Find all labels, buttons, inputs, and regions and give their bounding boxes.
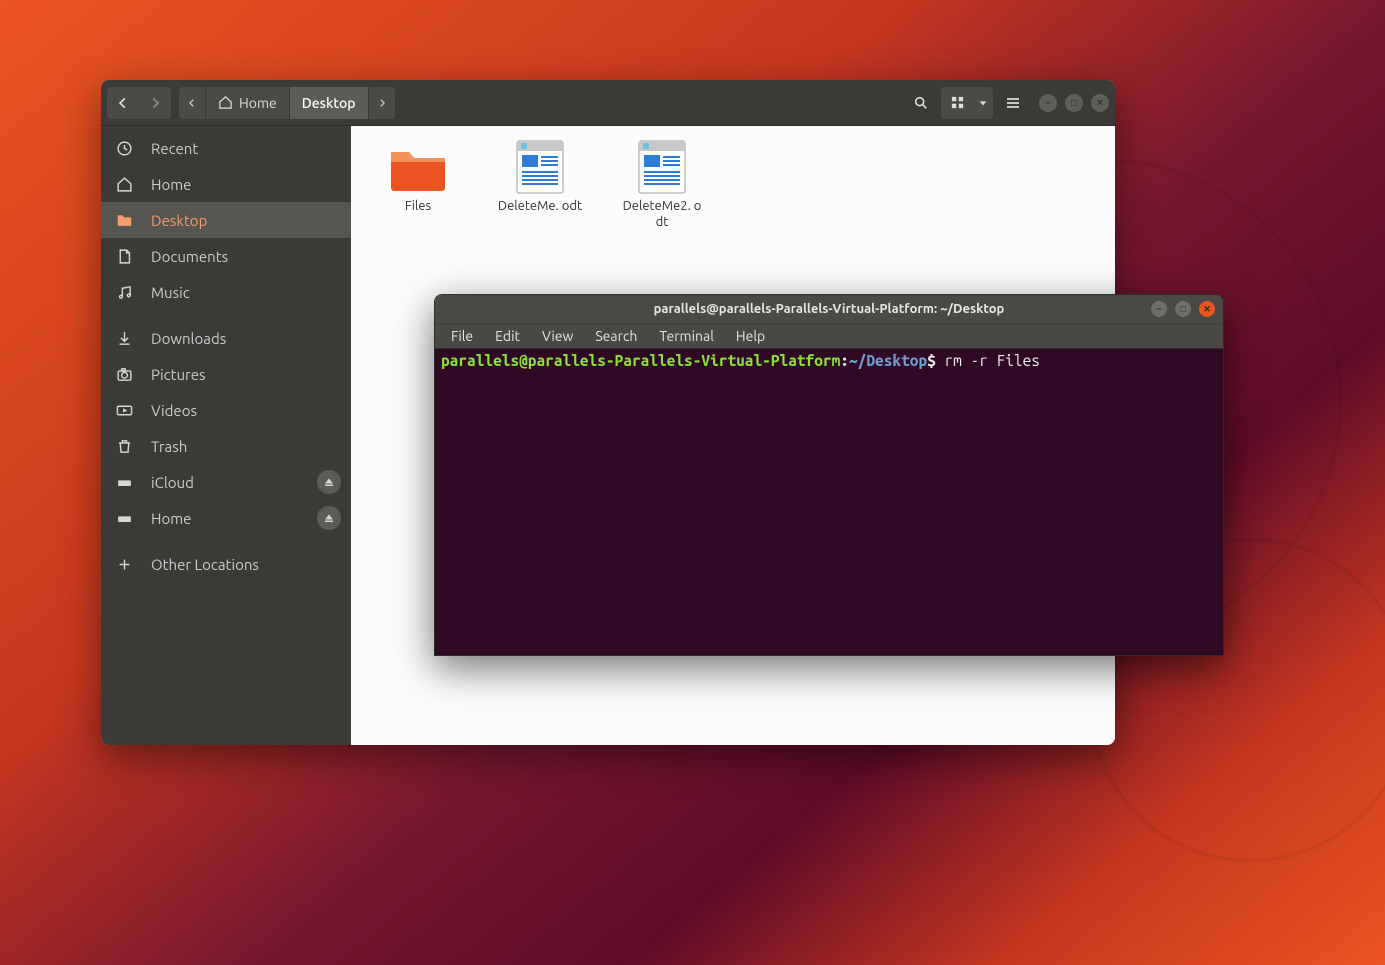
file-item[interactable]: DeleteMe2. odt [619, 140, 705, 231]
folder-icon [115, 212, 133, 229]
sidebar-item-label: Videos [151, 402, 197, 419]
hamburger-menu-button[interactable] [997, 87, 1029, 119]
drive-icon [115, 510, 133, 527]
terminal-menubar: FileEditViewSearchTerminalHelp [435, 323, 1223, 349]
sidebar-item-label: Recent [151, 140, 198, 157]
search-button[interactable] [905, 87, 937, 119]
files-window-controls: – □ ✕ [1039, 94, 1109, 112]
terminal-maximize-button[interactable]: □ [1175, 301, 1191, 317]
trash-icon [115, 438, 133, 455]
sidebar-item-label: Desktop [151, 212, 207, 229]
sidebar-item-label: Music [151, 284, 190, 301]
sidebar-item-home[interactable]: Home [101, 166, 351, 202]
video-icon [115, 402, 133, 419]
drive-icon [115, 474, 133, 491]
sidebar-item-music[interactable]: Music [101, 274, 351, 310]
eject-button[interactable] [317, 506, 341, 530]
sidebar-item-other[interactable]: Other Locations [101, 546, 351, 582]
eject-button[interactable] [317, 470, 341, 494]
files-minimize-button[interactable]: – [1039, 94, 1057, 112]
terminal-menu-search[interactable]: Search [585, 326, 647, 346]
path-seg-desktop[interactable]: Desktop [290, 87, 369, 119]
path-label-home: Home [239, 95, 277, 111]
terminal-minimize-button[interactable]: – [1151, 301, 1167, 317]
music-icon [115, 284, 133, 301]
pathbar: Home Desktop [179, 87, 395, 119]
view-dropdown-button[interactable] [973, 87, 993, 119]
files-headerbar: Home Desktop – □ ✕ [101, 80, 1115, 126]
path-label-desktop: Desktop [302, 95, 356, 111]
file-item[interactable]: DeleteMe. odt [497, 140, 583, 231]
nav-forward-button[interactable] [139, 87, 171, 119]
clock-icon [115, 140, 133, 157]
file-item-label: Files [405, 198, 431, 214]
sidebar-item-label: Downloads [151, 330, 226, 347]
files-close-button[interactable]: ✕ [1091, 94, 1109, 112]
terminal-menu-edit[interactable]: Edit [485, 326, 530, 346]
prompt-user: parallels@parallels-Parallels-Virtual-Pl… [441, 352, 840, 369]
terminal-window-controls: – □ ✕ [1151, 301, 1215, 317]
document-icon [510, 140, 570, 194]
sidebar-item-desktop[interactable]: Desktop [101, 202, 351, 238]
sidebar-item-label: iCloud [151, 474, 194, 491]
terminal-body[interactable]: parallels@parallels-Parallels-Virtual-Pl… [435, 349, 1223, 655]
prompt-dollar: $ [927, 352, 944, 369]
view-grid-button[interactable] [941, 87, 973, 119]
sidebar-item-pictures[interactable]: Pictures [101, 356, 351, 392]
prompt-path: ~/Desktop [849, 352, 927, 369]
sidebar-item-label: Documents [151, 248, 228, 265]
terminal-menu-view[interactable]: View [532, 326, 583, 346]
files-maximize-button[interactable]: □ [1065, 94, 1083, 112]
sidebar-item-label: Home [151, 510, 191, 527]
home-icon [115, 176, 133, 193]
sidebar-item-documents[interactable]: Documents [101, 238, 351, 274]
files-sidebar: Recent Home Desktop Documents Music Downloads… [101, 126, 351, 745]
sidebar-item-trash[interactable]: Trash [101, 428, 351, 464]
sidebar-item-label: Pictures [151, 366, 206, 383]
sidebar-item-videos[interactable]: Videos [101, 392, 351, 428]
terminal-window: parallels@parallels-Parallels-Virtual-Pl… [434, 294, 1224, 656]
sidebar-item-label: Other Locations [151, 556, 259, 573]
sidebar-item-label: Trash [151, 438, 187, 455]
file-item-label: DeleteMe2. odt [619, 198, 705, 231]
prompt-command: rm -r Files [944, 352, 1039, 369]
camera-icon [115, 366, 133, 383]
terminal-menu-terminal[interactable]: Terminal [649, 326, 724, 346]
download-icon [115, 330, 133, 347]
path-seg-next[interactable] [369, 87, 395, 119]
prompt-colon: : [840, 352, 849, 369]
folder-icon [388, 140, 448, 194]
sidebar-item-icloud[interactable]: iCloud [101, 464, 351, 500]
sidebar-item-downloads[interactable]: Downloads [101, 320, 351, 356]
sidebar-item-home2[interactable]: Home [101, 500, 351, 536]
document-icon [632, 140, 692, 194]
terminal-menu-file[interactable]: File [441, 326, 483, 346]
sidebar-item-recent[interactable]: Recent [101, 130, 351, 166]
file-item[interactable]: Files [375, 140, 461, 231]
path-seg-root[interactable] [179, 87, 206, 119]
file-item-label: DeleteMe. odt [498, 198, 582, 214]
sidebar-item-label: Home [151, 176, 191, 193]
terminal-close-button[interactable]: ✕ [1199, 301, 1215, 317]
terminal-menu-help[interactable]: Help [726, 326, 775, 346]
terminal-titlebar[interactable]: parallels@parallels-Parallels-Virtual-Pl… [435, 295, 1223, 323]
terminal-title: parallels@parallels-Parallels-Virtual-Pl… [654, 302, 1005, 316]
path-seg-home[interactable]: Home [206, 87, 290, 119]
doc-icon [115, 248, 133, 265]
plus-icon [115, 556, 133, 573]
nav-back-button[interactable] [107, 87, 139, 119]
